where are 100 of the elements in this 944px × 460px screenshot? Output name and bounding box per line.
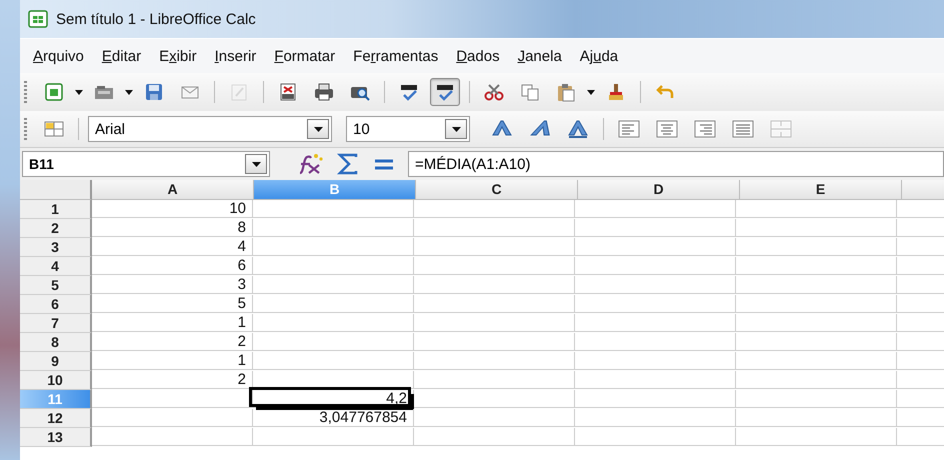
table-cell[interactable] (736, 428, 897, 446)
table-cell[interactable] (414, 238, 575, 256)
row-header[interactable]: 2 (20, 219, 92, 238)
row-header[interactable]: 7 (20, 314, 92, 333)
table-cell[interactable] (736, 352, 897, 370)
table-cell[interactable] (414, 200, 575, 218)
table-cell[interactable]: 1 (92, 352, 253, 370)
table-cell[interactable] (575, 409, 736, 427)
table-cell[interactable] (253, 295, 414, 313)
caret-icon[interactable] (587, 90, 595, 94)
row-header[interactable]: 6 (20, 295, 92, 314)
table-cell[interactable] (92, 390, 253, 408)
font-size-field[interactable]: 10 (346, 116, 470, 142)
row-header[interactable]: 1 (20, 200, 92, 219)
caret-icon[interactable] (75, 90, 83, 94)
table-cell[interactable] (575, 390, 736, 408)
table-cell[interactable]: 8 (92, 219, 253, 237)
caret-icon[interactable] (125, 90, 133, 94)
toolbar-grip[interactable] (24, 118, 27, 140)
row-header[interactable]: 12 (20, 409, 92, 428)
table-cell[interactable] (575, 238, 736, 256)
table-cell[interactable]: 3 (92, 276, 253, 294)
table-cell[interactable]: 5 (92, 295, 253, 313)
table-cell[interactable] (414, 333, 575, 351)
table-cell[interactable] (736, 390, 897, 408)
row-header[interactable]: 13 (20, 428, 92, 447)
row-header[interactable]: 10 (20, 371, 92, 390)
table-cell[interactable]: 4 (92, 238, 253, 256)
table-cell[interactable] (736, 219, 897, 237)
column-header[interactable]: D (578, 180, 740, 200)
table-cell[interactable] (253, 238, 414, 256)
table-cell[interactable] (253, 276, 414, 294)
row-header[interactable]: 4 (20, 257, 92, 276)
table-cell[interactable] (575, 295, 736, 313)
table-cell[interactable] (575, 428, 736, 446)
table-cell[interactable] (414, 352, 575, 370)
menu-item[interactable]: Formatar (265, 48, 344, 64)
menu-item[interactable]: Ferramentas (344, 48, 448, 64)
table-cell[interactable] (253, 200, 414, 218)
table-cell[interactable]: 2 (92, 333, 253, 351)
table-cell[interactable] (253, 428, 414, 446)
table-cell[interactable] (414, 257, 575, 275)
table-cell[interactable]: 2 (92, 371, 253, 389)
table-cell[interactable] (253, 219, 414, 237)
table-cell[interactable] (575, 257, 736, 275)
toolbar-grip[interactable] (24, 81, 27, 103)
table-cell[interactable]: 6 (92, 257, 253, 275)
table-cell[interactable] (736, 333, 897, 351)
table-cell[interactable] (575, 371, 736, 389)
menu-item[interactable]: Editar (92, 48, 150, 64)
table-cell[interactable] (414, 390, 575, 408)
table-cell[interactable] (414, 276, 575, 294)
table-cell[interactable] (575, 352, 736, 370)
table-cell[interactable] (575, 314, 736, 332)
table-cell[interactable] (575, 219, 736, 237)
column-header[interactable]: A (92, 180, 254, 200)
table-cell[interactable] (414, 295, 575, 313)
table-cell[interactable]: 3,047767854 (253, 409, 414, 427)
table-cell[interactable] (575, 333, 736, 351)
table-cell[interactable] (736, 276, 897, 294)
menu-item[interactable]: Inserir (206, 48, 266, 64)
table-cell[interactable] (253, 314, 414, 332)
table-cell[interactable] (92, 428, 253, 446)
table-cell[interactable] (736, 295, 897, 313)
table-cell[interactable] (253, 333, 414, 351)
font-name-field[interactable]: Arial (88, 116, 332, 142)
table-cell[interactable] (736, 314, 897, 332)
table-cell[interactable] (736, 200, 897, 218)
table-cell[interactable] (414, 409, 575, 427)
table-cell[interactable]: 10 (92, 200, 253, 218)
table-cell[interactable] (575, 276, 736, 294)
select-all-corner[interactable] (20, 180, 92, 200)
table-cell[interactable]: 1 (92, 314, 253, 332)
menu-item[interactable]: Dados (447, 48, 509, 64)
menu-item[interactable]: Exibir (150, 48, 206, 64)
menu-item[interactable]: Arquivo (24, 48, 93, 64)
table-cell[interactable] (736, 371, 897, 389)
table-cell[interactable] (92, 409, 253, 427)
table-cell[interactable] (414, 371, 575, 389)
formula-input[interactable]: =MÉDIA(A1:A10) (408, 151, 944, 177)
menu-item[interactable]: Ajuda (570, 48, 628, 64)
table-cell[interactable] (736, 257, 897, 275)
row-header[interactable]: 3 (20, 238, 92, 257)
table-cell[interactable] (414, 428, 575, 446)
row-header[interactable]: 5 (20, 276, 92, 295)
dropdown-button[interactable] (307, 119, 329, 139)
table-cell[interactable] (414, 219, 575, 237)
autospell-button[interactable] (430, 78, 460, 106)
name-box[interactable]: B11 (22, 151, 270, 177)
table-cell[interactable] (736, 409, 897, 427)
table-cell[interactable] (736, 238, 897, 256)
table-cell[interactable]: 4,2 (253, 390, 414, 408)
dropdown-button[interactable] (245, 154, 267, 174)
dropdown-button[interactable] (445, 119, 467, 139)
row-header[interactable]: 9 (20, 352, 92, 371)
table-cell[interactable] (253, 257, 414, 275)
column-header[interactable]: C (416, 180, 578, 200)
column-header[interactable]: E (740, 180, 902, 200)
sum-icon[interactable] (336, 153, 360, 175)
row-header[interactable]: 8 (20, 333, 92, 352)
